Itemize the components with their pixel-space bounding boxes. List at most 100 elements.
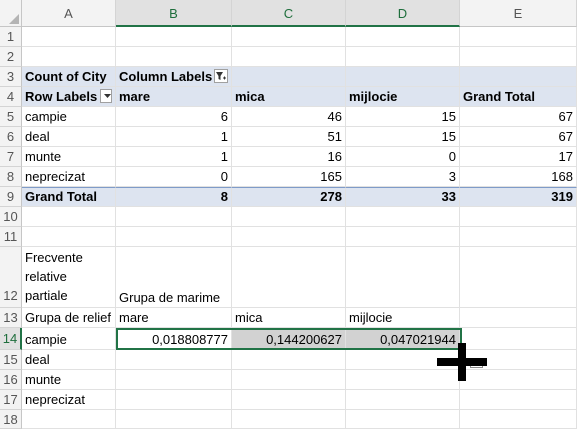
column-header-b[interactable]: B: [116, 0, 232, 27]
pivot-column-labels-cell[interactable]: Column Labels: [116, 67, 232, 87]
cell-b10[interactable]: [116, 207, 232, 227]
cell-a2[interactable]: [22, 47, 116, 67]
freq-value-active[interactable]: 0,018808777: [116, 328, 232, 350]
row-header-10[interactable]: 10: [0, 207, 22, 227]
pivot-header-mare[interactable]: mare: [116, 87, 232, 107]
row-header-15[interactable]: 15: [0, 350, 22, 370]
pivot-grand-total-label[interactable]: Grand Total: [22, 187, 116, 207]
pivot-grand-total-value[interactable]: 319: [460, 187, 577, 207]
pivot-grand-total-value[interactable]: 278: [232, 187, 346, 207]
row-header-11[interactable]: 11: [0, 227, 22, 247]
row-header-14[interactable]: 14: [0, 328, 22, 350]
pivot-grand-total-value[interactable]: 8: [116, 187, 232, 207]
cell-e1[interactable]: [460, 27, 577, 47]
pivot-row-label[interactable]: campie: [22, 107, 116, 127]
cell-e17[interactable]: [460, 390, 577, 410]
cell-c12[interactable]: [232, 247, 346, 308]
pivot-head-d3[interactable]: [346, 67, 460, 87]
pivot-header-mica[interactable]: mica: [232, 87, 346, 107]
pivot-value[interactable]: 15: [346, 107, 460, 127]
row-header-9[interactable]: 9: [0, 187, 22, 207]
pivot-value[interactable]: 0: [116, 167, 232, 187]
cell-c18[interactable]: [232, 410, 346, 429]
cell-b17[interactable]: [116, 390, 232, 410]
pivot-grand-total-value[interactable]: 33: [346, 187, 460, 207]
row-header-13[interactable]: 13: [0, 308, 22, 328]
pivot-row-labels-cell[interactable]: Row Labels: [22, 87, 116, 107]
cell-a11[interactable]: [22, 227, 116, 247]
cell-b1[interactable]: [116, 27, 232, 47]
cell-e10[interactable]: [460, 207, 577, 227]
cell-e2[interactable]: [460, 47, 577, 67]
cell-b15[interactable]: [116, 350, 232, 370]
freq-value-selected[interactable]: 0,144200627: [232, 328, 346, 350]
row-header-1[interactable]: 1: [0, 27, 22, 47]
pivot-count-label[interactable]: Count of City: [22, 67, 116, 87]
cell-c17[interactable]: [232, 390, 346, 410]
group-size-label[interactable]: Grupa de marime: [116, 247, 232, 308]
pivot-value[interactable]: 168: [460, 167, 577, 187]
cell-d1[interactable]: [346, 27, 460, 47]
cell-d2[interactable]: [346, 47, 460, 67]
row-header-8[interactable]: 8: [0, 167, 22, 187]
pivot-row-label[interactable]: munte: [22, 147, 116, 167]
cell-e12[interactable]: [460, 247, 577, 308]
cell-c15[interactable]: [232, 350, 346, 370]
cell-d18[interactable]: [346, 410, 460, 429]
column-header-c[interactable]: C: [232, 0, 346, 27]
cell-b18[interactable]: [116, 410, 232, 429]
select-all-corner[interactable]: [0, 0, 22, 27]
row-header-5[interactable]: 5: [0, 107, 22, 127]
cell-b11[interactable]: [116, 227, 232, 247]
cell-b16[interactable]: [116, 370, 232, 390]
pivot-head-c3[interactable]: [232, 67, 346, 87]
pivot-value[interactable]: 46: [232, 107, 346, 127]
row-header-4[interactable]: 4: [0, 87, 22, 107]
freq-row-label[interactable]: neprecizat: [22, 390, 116, 410]
pivot-value[interactable]: 51: [232, 127, 346, 147]
pivot-row-label[interactable]: neprecizat: [22, 167, 116, 187]
cell-d12[interactable]: [346, 247, 460, 308]
pivot-value[interactable]: 16: [232, 147, 346, 167]
row-header-7[interactable]: 7: [0, 147, 22, 167]
cell-d17[interactable]: [346, 390, 460, 410]
filter-icon[interactable]: [214, 69, 228, 83]
freq-row-label[interactable]: deal: [22, 350, 116, 370]
cell-b2[interactable]: [116, 47, 232, 67]
freq-row-label[interactable]: munte: [22, 370, 116, 390]
row-header-17[interactable]: 17: [0, 390, 22, 410]
pivot-header-grand-total[interactable]: Grand Total: [460, 87, 577, 107]
freq-header-mare[interactable]: mare: [116, 308, 232, 328]
cell-c10[interactable]: [232, 207, 346, 227]
cell-a1[interactable]: [22, 27, 116, 47]
pivot-value[interactable]: 3: [346, 167, 460, 187]
cell-a18[interactable]: [22, 410, 116, 429]
cell-e13[interactable]: [460, 308, 577, 328]
row-header-16[interactable]: 16: [0, 370, 22, 390]
pivot-value[interactable]: 6: [116, 107, 232, 127]
pivot-header-mijlocie[interactable]: mijlocie: [346, 87, 460, 107]
pivot-row-label[interactable]: deal: [22, 127, 116, 147]
cell-a10[interactable]: [22, 207, 116, 227]
row-header-18[interactable]: 18: [0, 410, 22, 429]
row-header-6[interactable]: 6: [0, 127, 22, 147]
pivot-value[interactable]: 1: [116, 147, 232, 167]
row-header-12[interactable]: 12: [0, 247, 22, 308]
dropdown-arrow-icon[interactable]: [100, 89, 112, 103]
column-header-d[interactable]: D: [346, 0, 460, 27]
freq-header-mica[interactable]: mica: [232, 308, 346, 328]
cell-e11[interactable]: [460, 227, 577, 247]
freq-header-mijlocie[interactable]: mijlocie: [346, 308, 460, 328]
cell-e18[interactable]: [460, 410, 577, 429]
row-header-2[interactable]: 2: [0, 47, 22, 67]
pivot-value[interactable]: 67: [460, 127, 577, 147]
pivot-value[interactable]: 15: [346, 127, 460, 147]
row-header-3[interactable]: 3: [0, 67, 22, 87]
pivot-head-e3[interactable]: [460, 67, 577, 87]
pivot-value[interactable]: 0: [346, 147, 460, 167]
pivot-value[interactable]: 1: [116, 127, 232, 147]
relief-label[interactable]: Grupa de relief: [22, 308, 116, 328]
cell-c11[interactable]: [232, 227, 346, 247]
cell-c2[interactable]: [232, 47, 346, 67]
pivot-value[interactable]: 165: [232, 167, 346, 187]
